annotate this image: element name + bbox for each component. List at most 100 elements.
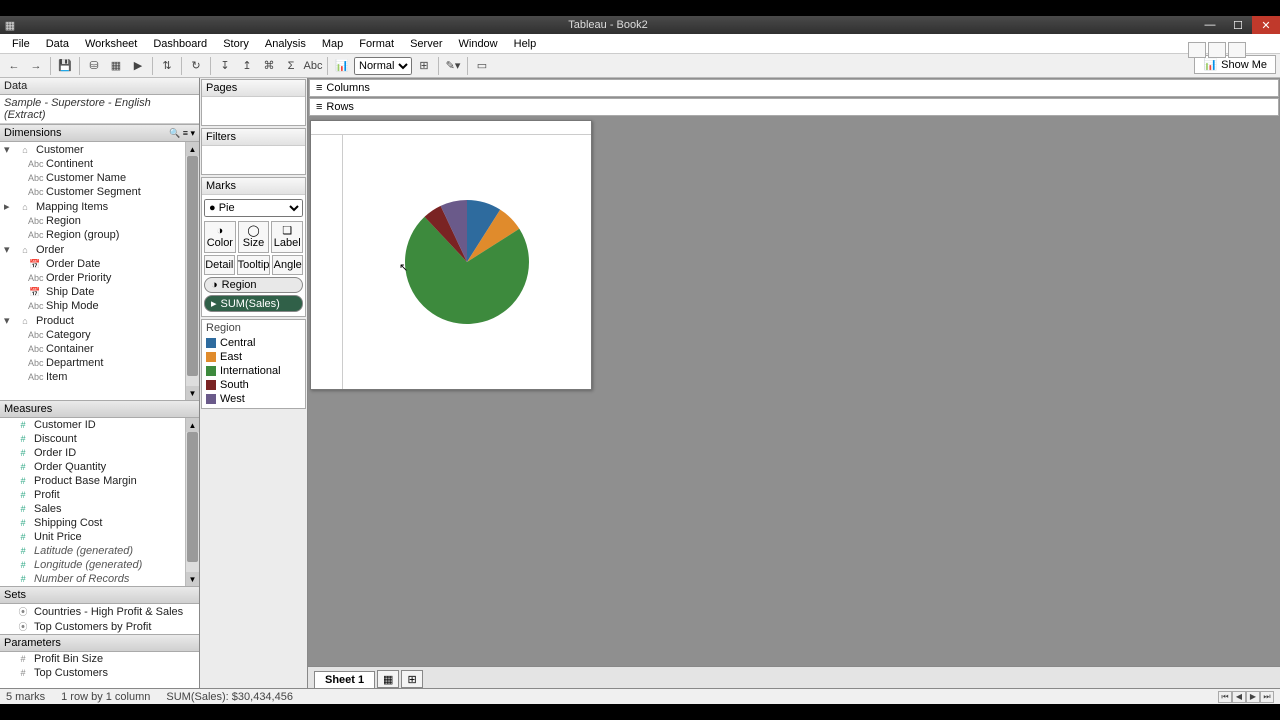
sort-desc-button[interactable]: ↥ bbox=[237, 57, 257, 75]
legend-item[interactable]: East bbox=[206, 350, 301, 364]
scroll-up[interactable]: ▲ bbox=[186, 418, 199, 432]
set-item[interactable]: ⦿Top Customers by Profit bbox=[0, 619, 199, 634]
abc-button[interactable]: Abc bbox=[303, 57, 323, 75]
rows-shelf[interactable]: ≡Rows bbox=[309, 98, 1279, 116]
dimension-item[interactable]: ▾⌂Customer bbox=[0, 142, 199, 157]
scroll-thumb[interactable] bbox=[187, 432, 198, 562]
mark-type-select[interactable]: ● Pie bbox=[204, 199, 303, 217]
dimension-item[interactable]: AbcCategory bbox=[0, 328, 199, 342]
new-datasource-button[interactable]: ⛁ bbox=[84, 57, 104, 75]
autoupdate-button[interactable]: ▦ bbox=[106, 57, 126, 75]
group-button[interactable]: ⌘ bbox=[259, 57, 279, 75]
pie-chart[interactable] bbox=[402, 197, 532, 327]
measure-item[interactable]: #Number of Records bbox=[0, 572, 199, 586]
dimension-item[interactable]: AbcRegion bbox=[0, 214, 199, 228]
visualization[interactable]: ↖ bbox=[310, 120, 592, 390]
legend-item[interactable]: Central bbox=[206, 336, 301, 350]
menu-dashboard[interactable]: Dashboard bbox=[145, 36, 215, 52]
scrollbar[interactable]: ▲ ▼ bbox=[185, 418, 199, 586]
close-button[interactable]: ✕ bbox=[1252, 16, 1280, 34]
menu-worksheet[interactable]: Worksheet bbox=[77, 36, 145, 52]
sort-asc-button[interactable]: ↧ bbox=[215, 57, 235, 75]
dimension-item[interactable]: ▾⌂Order bbox=[0, 242, 199, 257]
view-grid-button[interactable] bbox=[1208, 42, 1226, 58]
page-next[interactable]: ▶ bbox=[1246, 691, 1260, 703]
pill-sum-sales[interactable]: ▸SUM(Sales) bbox=[204, 295, 303, 312]
label-card[interactable]: ❏Label bbox=[271, 221, 303, 253]
search-icon[interactable]: 🔍 ≡ ▾ bbox=[169, 128, 195, 139]
legend-item[interactable]: International bbox=[206, 364, 301, 378]
dimension-item[interactable]: AbcCustomer Segment bbox=[0, 185, 199, 199]
dimension-item[interactable]: 📅Order Date bbox=[0, 257, 199, 271]
legend-item[interactable]: West bbox=[206, 392, 301, 406]
measure-item[interactable]: #Longitude (generated) bbox=[0, 558, 199, 572]
view-cards-button[interactable] bbox=[1188, 42, 1206, 58]
dimension-item[interactable]: ▸⌂Mapping Items bbox=[0, 199, 199, 214]
pages-shelf[interactable]: Pages bbox=[201, 79, 306, 126]
menu-server[interactable]: Server bbox=[402, 36, 450, 52]
view-expand-button[interactable] bbox=[1228, 42, 1246, 58]
parameter-item[interactable]: #Top Customers bbox=[0, 666, 199, 680]
page-last[interactable]: ⏭ bbox=[1260, 691, 1274, 703]
dimension-item[interactable]: AbcItem bbox=[0, 370, 199, 384]
dimension-item[interactable]: AbcOrder Priority bbox=[0, 271, 199, 285]
dimension-item[interactable]: ▾⌂Product bbox=[0, 313, 199, 328]
page-first[interactable]: ⏮ bbox=[1218, 691, 1232, 703]
scroll-down[interactable]: ▼ bbox=[186, 572, 199, 586]
measure-item[interactable]: #Customer ID bbox=[0, 418, 199, 432]
measure-item[interactable]: #Profit bbox=[0, 488, 199, 502]
presentation-button[interactable]: ▭ bbox=[472, 57, 492, 75]
measure-item[interactable]: #Unit Price bbox=[0, 530, 199, 544]
swap-button[interactable]: ⇅ bbox=[157, 57, 177, 75]
new-worksheet-button[interactable]: ▦ bbox=[377, 670, 399, 688]
filters-shelf[interactable]: Filters bbox=[201, 128, 306, 175]
totals-button[interactable]: Σ bbox=[281, 57, 301, 75]
scrollbar[interactable]: ▲ ▼ bbox=[185, 142, 199, 400]
dimension-item[interactable]: AbcRegion (group) bbox=[0, 228, 199, 242]
legend-item[interactable]: South bbox=[206, 378, 301, 392]
measure-item[interactable]: #Discount bbox=[0, 432, 199, 446]
scroll-thumb[interactable] bbox=[187, 156, 198, 376]
menu-map[interactable]: Map bbox=[314, 36, 351, 52]
refresh-button[interactable]: ↻ bbox=[186, 57, 206, 75]
measure-item[interactable]: #Product Base Margin bbox=[0, 474, 199, 488]
menu-story[interactable]: Story bbox=[215, 36, 257, 52]
dimension-item[interactable]: 📅Ship Date bbox=[0, 285, 199, 299]
set-item[interactable]: ⦿Countries - High Profit & Sales bbox=[0, 604, 199, 619]
datasource-name[interactable]: Sample - Superstore - English (Extract) bbox=[0, 95, 199, 124]
fit-select[interactable]: Normal bbox=[354, 57, 412, 75]
pill-region[interactable]: ◑Region bbox=[204, 277, 303, 293]
dimension-item[interactable]: AbcDepartment bbox=[0, 356, 199, 370]
menu-analysis[interactable]: Analysis bbox=[257, 36, 314, 52]
tooltip-card[interactable]: Tooltip bbox=[237, 255, 271, 275]
parameter-item[interactable]: #Profit Bin Size bbox=[0, 652, 199, 666]
forward-button[interactable]: → bbox=[26, 57, 46, 75]
detail-card[interactable]: Detail bbox=[204, 255, 235, 275]
color-card[interactable]: ◑Color bbox=[204, 221, 236, 253]
dimension-item[interactable]: AbcCustomer Name bbox=[0, 171, 199, 185]
page-prev[interactable]: ◀ bbox=[1232, 691, 1246, 703]
measure-item[interactable]: #Order Quantity bbox=[0, 460, 199, 474]
scroll-up[interactable]: ▲ bbox=[186, 142, 199, 156]
size-card[interactable]: ◯Size bbox=[238, 221, 270, 253]
dimension-item[interactable]: AbcContinent bbox=[0, 157, 199, 171]
run-button[interactable]: ▶ bbox=[128, 57, 148, 75]
angle-card[interactable]: Angle bbox=[272, 255, 303, 275]
dimension-item[interactable]: AbcContainer bbox=[0, 342, 199, 356]
back-button[interactable]: ← bbox=[4, 57, 24, 75]
new-dashboard-button[interactable]: ⊞ bbox=[401, 670, 423, 688]
measure-item[interactable]: #Sales bbox=[0, 502, 199, 516]
measure-item[interactable]: #Latitude (generated) bbox=[0, 544, 199, 558]
menu-file[interactable]: File bbox=[4, 36, 38, 52]
menu-help[interactable]: Help bbox=[506, 36, 545, 52]
menu-format[interactable]: Format bbox=[351, 36, 402, 52]
menu-window[interactable]: Window bbox=[451, 36, 506, 52]
maximize-button[interactable]: ☐ bbox=[1224, 16, 1252, 34]
fix-axes-button[interactable]: ⊞ bbox=[414, 57, 434, 75]
menu-data[interactable]: Data bbox=[38, 36, 77, 52]
dimension-item[interactable]: AbcShip Mode bbox=[0, 299, 199, 313]
measure-item[interactable]: #Order ID bbox=[0, 446, 199, 460]
measure-item[interactable]: #Shipping Cost bbox=[0, 516, 199, 530]
columns-shelf[interactable]: ≡Columns bbox=[309, 79, 1279, 97]
tab-sheet1[interactable]: Sheet 1 bbox=[314, 671, 375, 688]
